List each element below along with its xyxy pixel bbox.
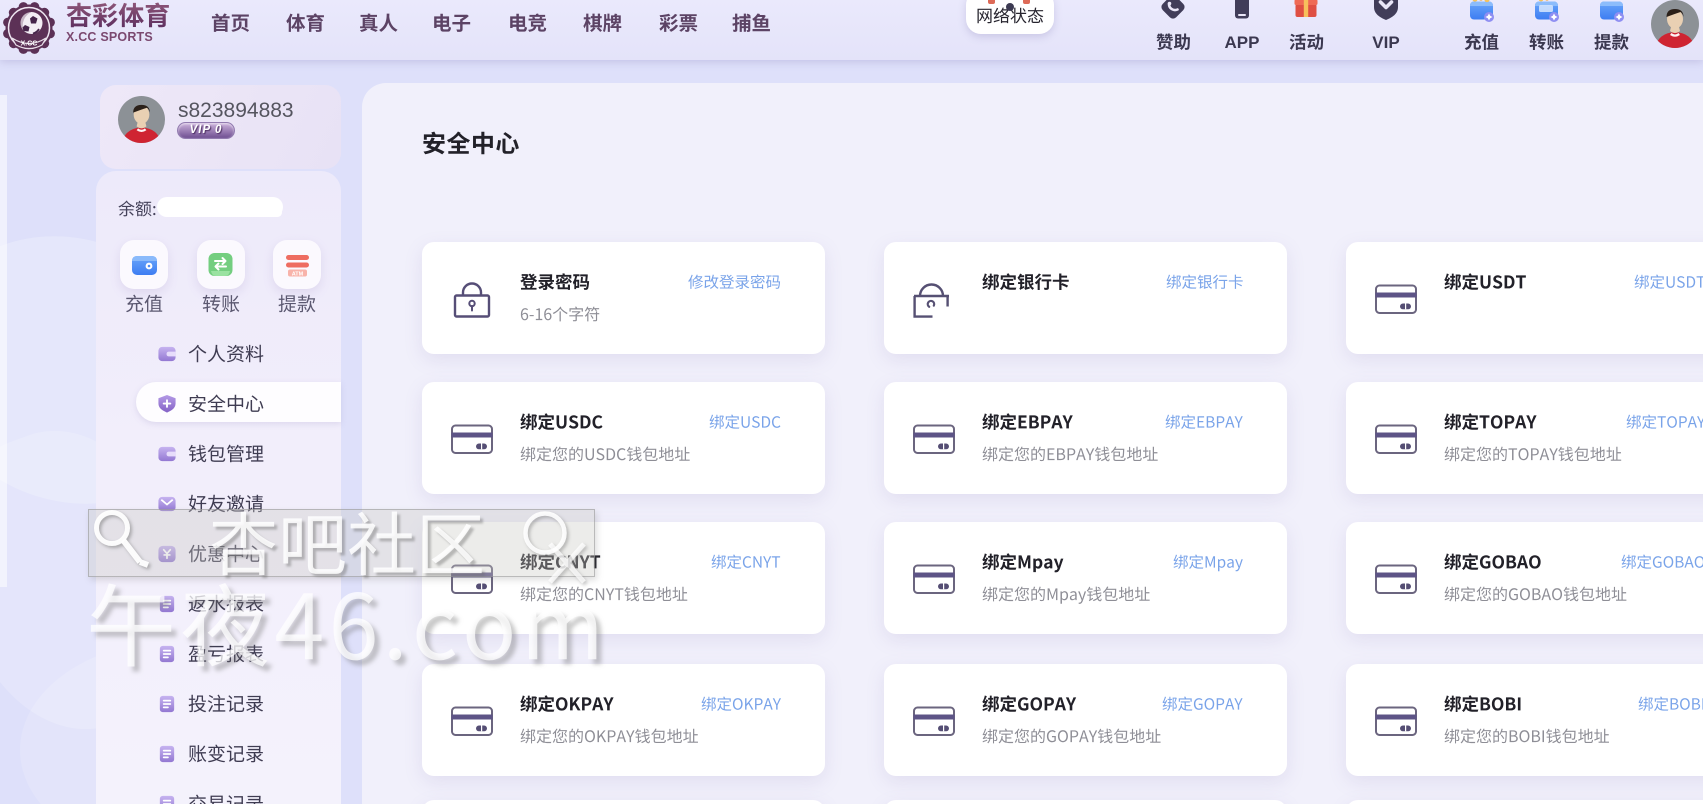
svg-text:X.CC: X.CC <box>21 41 38 48</box>
svg-text:ATM: ATM <box>291 272 303 278</box>
